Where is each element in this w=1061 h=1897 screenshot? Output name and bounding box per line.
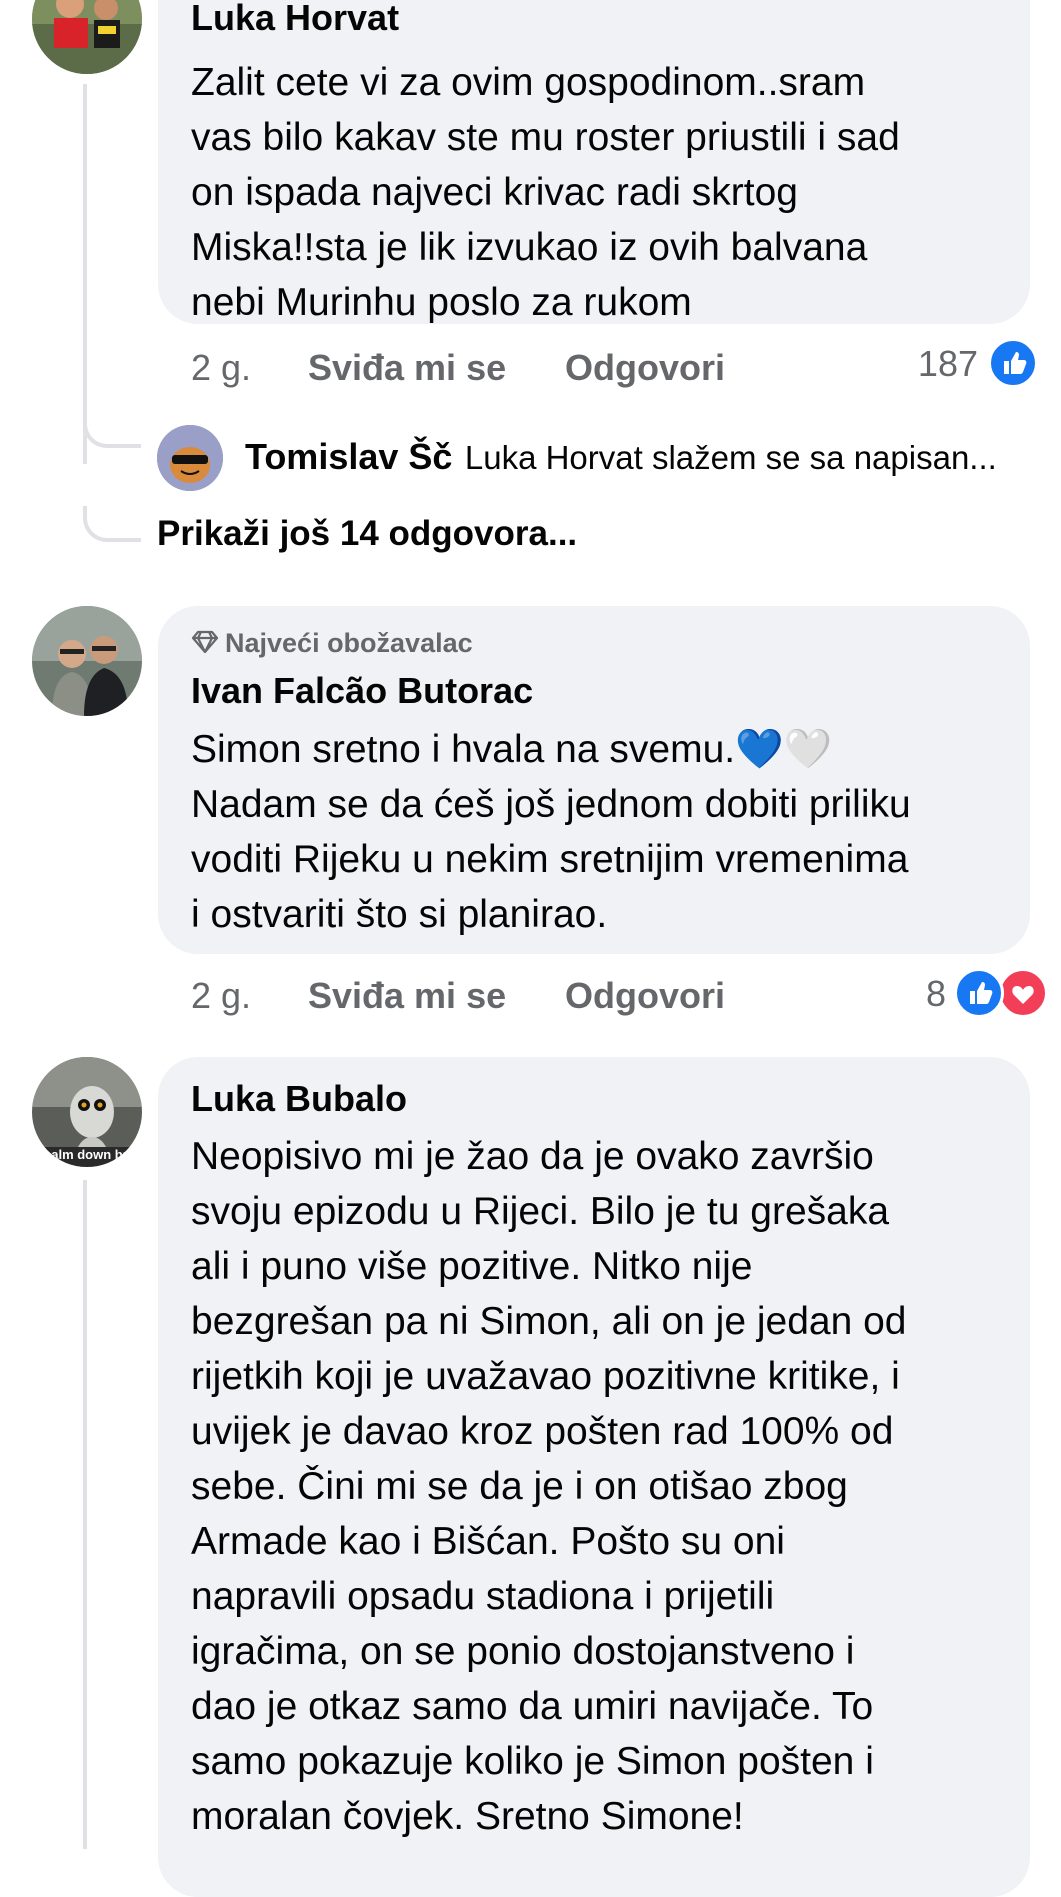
comment-author[interactable]: Luka Bubalo (191, 1077, 407, 1121)
avatar-caption: calm down bro (44, 1147, 134, 1162)
comment-text: Simon sretno i hvala na svemu.💙🤍 Nadam s… (191, 728, 911, 936)
comment-text: Neopisivo mi je žao da je ovako završio … (191, 1135, 907, 1838)
avatar-luka-horvat[interactable] (32, 0, 142, 74)
reply-button[interactable]: Odgovori (565, 346, 725, 390)
like-button[interactable]: Sviđa mi se (308, 974, 506, 1018)
thread-curve-more (83, 506, 141, 542)
comment-time[interactable]: 2 g. (191, 346, 251, 390)
reply-author[interactable]: Tomislav Šč (245, 436, 452, 477)
fan-badge: Najveći obožavalac (191, 628, 473, 662)
reply-preview[interactable]: Tomislav Šč Luka Horvat slažem se sa nap… (245, 436, 997, 478)
thread-curve-reply (83, 412, 141, 448)
reaction-count[interactable]: 8 (880, 972, 946, 1016)
comment-author[interactable]: Ivan Falcão Butorac (191, 669, 533, 713)
like-button[interactable]: Sviđa mi se (308, 346, 506, 390)
comment-text: Zalit cete vi za ovim gospodinom..sram v… (191, 61, 900, 324)
diamond-icon (191, 629, 219, 662)
like-icon[interactable] (954, 968, 1004, 1018)
avatar-ivan-butorac[interactable] (32, 606, 142, 716)
comment-bubble: Najveći obožavalac Ivan Falcão Butorac S… (158, 606, 1030, 954)
more-replies-link[interactable]: Prikaži još 14 odgovora... (157, 514, 577, 554)
comment-author[interactable]: Luka Horvat (191, 0, 399, 40)
like-icon[interactable] (988, 338, 1038, 388)
thread-line (83, 1180, 87, 1849)
reaction-count[interactable]: 187 (880, 342, 978, 386)
thread-line (83, 84, 87, 464)
comment-time[interactable]: 2 g. (191, 974, 251, 1018)
avatar-luka-bubalo[interactable]: calm down bro (32, 1057, 142, 1167)
heart-icon[interactable] (998, 968, 1048, 1018)
comment-bubble: Luka Horvat Zalit cete vi za ovim gospod… (158, 0, 1030, 324)
avatar-tomislav[interactable] (157, 425, 223, 491)
reply-button[interactable]: Odgovori (565, 974, 725, 1018)
comment-bubble: Luka Bubalo Neopisivo mi je žao da je ov… (158, 1057, 1030, 1897)
badge-label: Najveći obožavalac (225, 628, 473, 658)
reply-snippet: Luka Horvat slažem se sa napisan... (464, 439, 997, 476)
